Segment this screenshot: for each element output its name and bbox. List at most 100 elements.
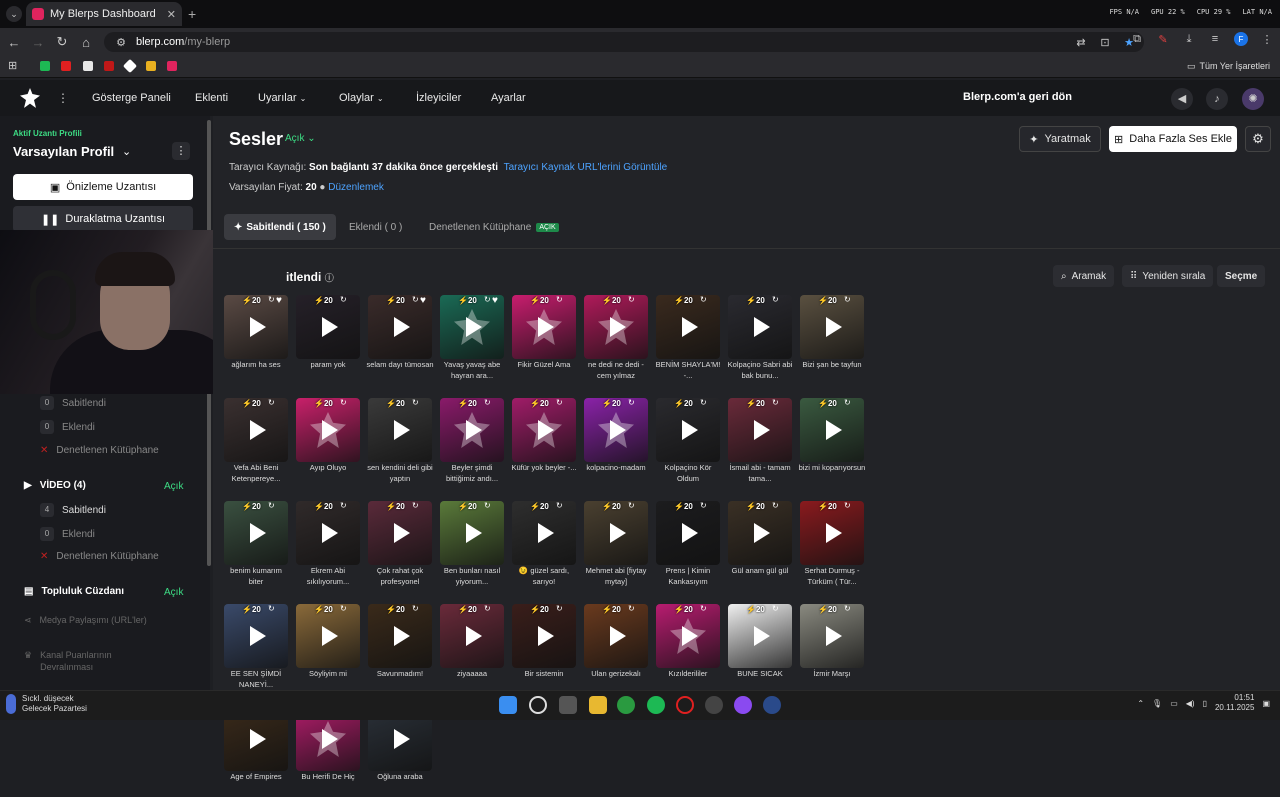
heart-icon[interactable]: ♥ bbox=[420, 295, 426, 306]
sound-thumbnail[interactable]: ⚡20 ↻ bbox=[368, 604, 432, 668]
sound-card[interactable]: ⚡20 ↻ Bizi şan be tayfun bbox=[800, 295, 864, 385]
repeat-icon[interactable]: ↻ bbox=[412, 295, 419, 304]
bookmark-yellow-icon[interactable] bbox=[146, 61, 156, 71]
play-icon[interactable] bbox=[322, 729, 338, 749]
play-icon[interactable] bbox=[322, 523, 338, 543]
play-icon[interactable] bbox=[394, 729, 410, 749]
play-icon[interactable] bbox=[682, 626, 698, 646]
bookmark-kick-icon[interactable] bbox=[40, 61, 50, 71]
video-status[interactable]: Açık bbox=[164, 481, 183, 492]
new-tab-button[interactable]: + bbox=[188, 6, 196, 22]
tab-added[interactable]: Eklendi ( 0 ) bbox=[349, 214, 402, 240]
play-icon[interactable] bbox=[754, 420, 770, 440]
sound-thumbnail[interactable]: ⚡20 ↻ bbox=[296, 501, 360, 565]
play-icon[interactable] bbox=[538, 420, 554, 440]
start-icon[interactable] bbox=[499, 696, 517, 714]
bookmark-doc-icon[interactable] bbox=[83, 61, 93, 71]
sound-card[interactable]: ⚡20 ↻ benim kumarım biter bbox=[224, 501, 288, 591]
repeat-icon[interactable]: ↻ bbox=[340, 604, 347, 613]
sound-card[interactable]: ⚡20 ↻ ♥ ağlarım ha ses bbox=[224, 295, 288, 385]
sound-thumbnail[interactable]: ⚡20 ↻ bbox=[440, 501, 504, 565]
speaker-icon[interactable]: ◀) bbox=[1186, 699, 1195, 708]
nav-settings[interactable]: Ayarlar bbox=[491, 92, 526, 104]
play-icon[interactable] bbox=[826, 523, 842, 543]
home-icon[interactable]: ⌂ bbox=[74, 35, 98, 50]
browser-tab[interactable]: My Blerps Dashboard ✕ bbox=[26, 2, 182, 26]
play-icon[interactable] bbox=[322, 626, 338, 646]
volume-icon[interactable]: ◀ bbox=[1171, 88, 1193, 110]
edit-price-link[interactable]: Düzenlemek bbox=[328, 182, 384, 193]
sound-thumbnail[interactable]: ⚡20 ↻ bbox=[656, 604, 720, 668]
repeat-icon[interactable]: ↻ bbox=[412, 398, 419, 407]
repeat-icon[interactable]: ↻ bbox=[556, 604, 563, 613]
play-icon[interactable] bbox=[538, 626, 554, 646]
nav-alerts[interactable]: Uyarılar ⌄ bbox=[258, 92, 306, 104]
repeat-icon[interactable]: ↻ bbox=[340, 295, 347, 304]
community-wallet-header[interactable]: ▤ Topluluk Cüzdanı bbox=[24, 586, 124, 597]
sound-card[interactable]: ⚡20 ↻ Ulan gerizekalı bbox=[584, 604, 648, 694]
profile-name[interactable]: Varsayılan Profil bbox=[13, 144, 114, 159]
more-menu-icon[interactable]: ⋮ bbox=[1260, 32, 1274, 46]
sound-thumbnail[interactable]: ⚡20 ↻ bbox=[584, 501, 648, 565]
sound-card[interactable]: ⚡20 ↻ 😉 güzel sardı, sarıyo! bbox=[512, 501, 576, 591]
sound-card[interactable]: ⚡20 ↻ Gül anam gül gül bbox=[728, 501, 792, 591]
extensions-icon[interactable]: ⧉ bbox=[1130, 32, 1144, 46]
video-section-header[interactable]: ▶ VİDEO (4) bbox=[24, 480, 86, 491]
play-icon[interactable] bbox=[610, 626, 626, 646]
microphone-icon[interactable]: 🎙 bbox=[1152, 699, 1162, 708]
repeat-icon[interactable]: ↻ bbox=[628, 501, 635, 510]
sound-pinned-row[interactable]: 0 Sabitlendi bbox=[40, 396, 106, 410]
repeat-icon[interactable]: ↻ bbox=[484, 295, 491, 304]
sound-card[interactable]: ⚡20 ↻ bizi mi koparıyorsun bbox=[799, 398, 865, 488]
sound-card[interactable]: ⚡20 ↻ Vefa Abi Beni Ketenpereye... bbox=[224, 398, 288, 488]
play-icon[interactable] bbox=[250, 729, 266, 749]
chevron-down-icon[interactable]: ⌄ bbox=[122, 145, 131, 158]
play-icon[interactable] bbox=[394, 626, 410, 646]
play-icon[interactable] bbox=[826, 626, 842, 646]
bookmark-red-icon[interactable] bbox=[104, 61, 114, 71]
sound-thumbnail[interactable]: ⚡20 ↻ bbox=[224, 398, 288, 462]
repeat-icon[interactable]: ↻ bbox=[268, 604, 275, 613]
download-icon[interactable]: ⤓ bbox=[1182, 32, 1196, 46]
settings-gear-icon[interactable]: ⚙ bbox=[1245, 126, 1271, 152]
tab-pinned[interactable]: ✦ Sabitlendi ( 150 ) bbox=[224, 214, 336, 240]
sound-thumbnail[interactable]: ⚡20 ↻ bbox=[656, 398, 720, 462]
sound-thumbnail[interactable]: ⚡20 ↻ bbox=[656, 295, 720, 359]
play-icon[interactable] bbox=[322, 420, 338, 440]
channel-points-row[interactable]: ♛ Kanal Puanlarının Devralınması bbox=[24, 649, 164, 673]
play-icon[interactable] bbox=[610, 317, 626, 337]
obs-icon[interactable] bbox=[705, 696, 723, 714]
sound-card[interactable]: ⚡20 ↻ BENİM SHAYLA'M! -... bbox=[656, 295, 720, 385]
sound-card[interactable]: ⚡20 ↻ Mehmet abi [fiytay mytay] bbox=[584, 501, 648, 591]
sound-card[interactable]: ⚡20 ↻ ♥ Yavaş yavaş abe hayran ara... bbox=[440, 295, 504, 385]
repeat-icon[interactable]: ↻ bbox=[268, 398, 275, 407]
sound-card[interactable]: ⚡20 ↻ Bir sistemin bbox=[512, 604, 576, 694]
play-icon[interactable] bbox=[394, 523, 410, 543]
sound-card[interactable]: ⚡20 ↻ Ekrem Abi sıkılıyorum... bbox=[296, 501, 360, 591]
sound-thumbnail[interactable]: ⚡20 ↻ bbox=[728, 604, 792, 668]
add-more-sounds-button[interactable]: ⊞ Daha Fazla Ses Ekle bbox=[1109, 126, 1237, 152]
play-icon[interactable] bbox=[826, 317, 842, 337]
sound-card[interactable]: ⚡20 ↻ kolpacino-madam bbox=[584, 398, 648, 488]
chrome-icon[interactable] bbox=[617, 696, 635, 714]
play-icon[interactable] bbox=[250, 420, 266, 440]
repeat-icon[interactable]: ↻ bbox=[772, 501, 779, 510]
repeat-icon[interactable]: ↻ bbox=[844, 295, 851, 304]
play-icon[interactable] bbox=[682, 420, 698, 440]
sound-card[interactable]: ⚡20 ↻ Söyliyim mi bbox=[296, 604, 360, 694]
sound-thumbnail[interactable]: ⚡20 ↻ bbox=[512, 604, 576, 668]
sound-card[interactable]: ⚡20 ↻ Çok rahat çok profesyonel bbox=[368, 501, 432, 591]
repeat-icon[interactable]: ↻ bbox=[412, 604, 419, 613]
install-app-icon[interactable]: ⊡ bbox=[1098, 35, 1112, 49]
sound-card[interactable]: ⚡20 ↻ ziyaaaaa bbox=[440, 604, 504, 694]
weather-widget[interactable]: Sıckl. düşecek Gelecek Pazartesi bbox=[6, 694, 87, 714]
repeat-icon[interactable]: ↻ bbox=[700, 295, 707, 304]
nav-viewers[interactable]: İzleyiciler bbox=[416, 92, 461, 104]
chevron-up-icon[interactable]: ⌃ bbox=[1137, 699, 1144, 708]
sound-thumbnail[interactable]: ⚡20 ↻ bbox=[512, 501, 576, 565]
back-icon[interactable]: ← bbox=[2, 35, 26, 50]
repeat-icon[interactable]: ↻ bbox=[268, 501, 275, 510]
site-info-icon[interactable]: ⚙ bbox=[114, 35, 128, 49]
address-bar[interactable]: ⚙ blerp.com/my-blerp ⇄ ⊡ ★ bbox=[104, 32, 1144, 52]
create-button[interactable]: ✦ Yaratmak bbox=[1019, 126, 1101, 152]
